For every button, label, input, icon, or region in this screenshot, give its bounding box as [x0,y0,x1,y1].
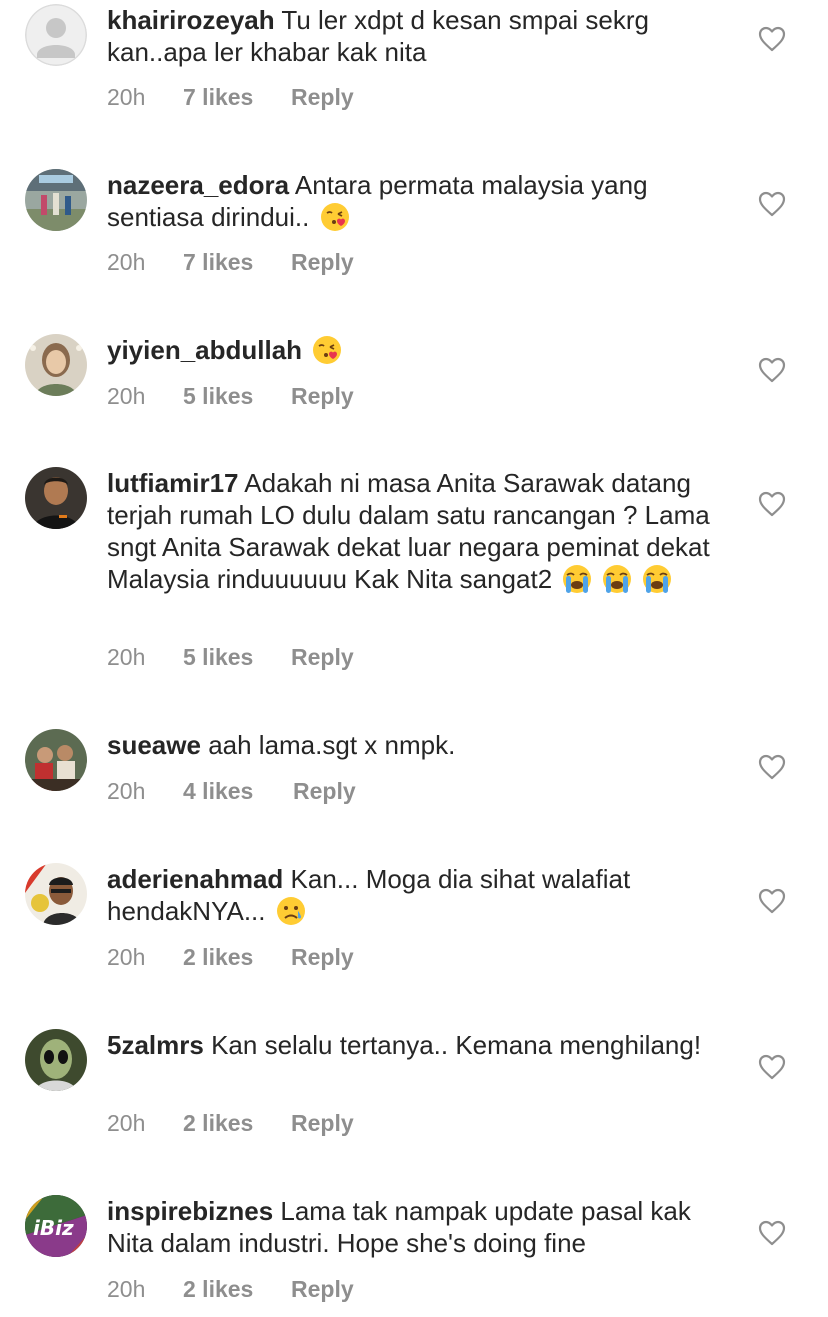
comment-username[interactable]: lutfiamir17 [107,468,239,498]
heart-outline-icon [758,191,786,217]
comment-meta: 20h 5 likes Reply [107,382,354,410]
comment-meta: 20h 7 likes Reply [107,83,354,111]
reply-button[interactable]: Reply [291,1275,354,1303]
loudly-crying-face-icon [641,563,673,595]
comment-body: Kan selalu tertanya.. Kemana menghilang! [211,1030,702,1060]
avatar[interactable] [25,467,87,529]
comment-meta: 20h 2 likes Reply [107,1275,354,1303]
like-button[interactable] [758,888,786,914]
comment-time: 20h [107,644,146,670]
avatar[interactable] [25,863,87,925]
comment-text: yiyien_abdullah [107,334,727,366]
comment-likes[interactable]: 2 likes [183,943,291,971]
like-button[interactable] [758,754,786,780]
comment-username[interactable]: 5zalmrs [107,1030,204,1060]
user-photo-icon [25,1029,87,1091]
comment-likes[interactable]: 5 likes [183,643,291,671]
avatar[interactable] [25,729,87,791]
loudly-crying-face-icon [561,563,593,595]
avatar[interactable]: iBiz [25,1195,87,1257]
avatar[interactable] [25,169,87,231]
user-photo-icon [25,169,87,231]
user-photo-icon [25,729,87,791]
comment-username[interactable]: aderienahmad [107,864,283,894]
user-photo-icon [25,334,87,396]
comment-likes[interactable]: 5 likes [183,382,291,410]
comment-likes[interactable]: 4 likes [183,777,293,805]
reply-button[interactable]: Reply [291,1109,354,1137]
comment-time: 20h [107,84,146,110]
comment-meta: 20h 4 likes Reply [107,777,356,805]
comment-text: khairirozeyah Tu ler xdpt d kesan smpai … [107,4,727,68]
like-button[interactable] [758,1220,786,1246]
comment-time: 20h [107,944,146,970]
comment-text: nazeera_edora Antara permata malaysia ya… [107,169,727,233]
avatar[interactable] [25,4,87,66]
avatar[interactable] [25,334,87,396]
comment-text: sueawe aah lama.sgt x nmpk. [107,729,727,761]
comment-time: 20h [107,778,146,804]
comment-likes[interactable]: 2 likes [183,1109,291,1137]
reply-button[interactable]: Reply [291,248,354,276]
user-photo-icon [25,863,87,925]
comment-time: 20h [107,1110,146,1136]
reply-button[interactable]: Reply [291,943,354,971]
comment-username[interactable]: inspirebiznes [107,1196,273,1226]
comment-body: aah lama.sgt x nmpk. [208,730,456,760]
comment-text: inspirebiznes Lama tak nampak update pas… [107,1195,727,1259]
comment-likes[interactable]: 2 likes [183,1275,291,1303]
reply-button[interactable]: Reply [291,83,354,111]
comment-username[interactable]: yiyien_abdullah [107,335,302,365]
comment-meta: 20h 7 likes Reply [107,248,354,276]
comment-likes[interactable]: 7 likes [183,248,291,276]
heart-outline-icon [758,1054,786,1080]
comment-text: 5zalmrs Kan selalu tertanya.. Kemana men… [107,1029,727,1061]
comment-likes[interactable]: 7 likes [183,83,291,111]
reply-button[interactable]: Reply [291,643,354,671]
heart-outline-icon [758,888,786,914]
face-blowing-kiss-icon [319,201,351,233]
like-button[interactable] [758,26,786,52]
comment-time: 20h [107,383,146,409]
avatar[interactable] [25,1029,87,1091]
face-blowing-kiss-icon [311,334,343,366]
comment-meta: 20h 2 likes Reply [107,1109,354,1137]
comment-text: aderienahmad Kan... Moga dia sihat walaf… [107,863,727,927]
comment-time: 20h [107,1276,146,1302]
like-button[interactable] [758,357,786,383]
brand-logo-icon: iBiz [25,1195,87,1257]
like-button[interactable] [758,491,786,517]
comment-username[interactable]: sueawe [107,730,201,760]
like-button[interactable] [758,191,786,217]
loudly-crying-face-icon [601,563,633,595]
heart-outline-icon [758,357,786,383]
heart-outline-icon [758,1220,786,1246]
svg-text:iBiz: iBiz [33,1216,74,1240]
comment-username[interactable]: khairirozeyah [107,5,275,35]
comment-body [302,335,309,365]
comment-meta: 20h 5 likes Reply [107,643,354,671]
heart-outline-icon [758,491,786,517]
heart-outline-icon [758,754,786,780]
comment-time: 20h [107,249,146,275]
crying-face-icon [275,895,307,927]
default-avatar-icon [25,4,87,66]
like-button[interactable] [758,1054,786,1080]
comment-username[interactable]: nazeera_edora [107,170,289,200]
comment-meta: 20h 2 likes Reply [107,943,354,971]
user-photo-icon [25,467,87,529]
reply-button[interactable]: Reply [293,777,356,805]
reply-button[interactable]: Reply [291,382,354,410]
comment-text: lutfiamir17 Adakah ni masa Anita Sarawak… [107,467,727,595]
heart-outline-icon [758,26,786,52]
